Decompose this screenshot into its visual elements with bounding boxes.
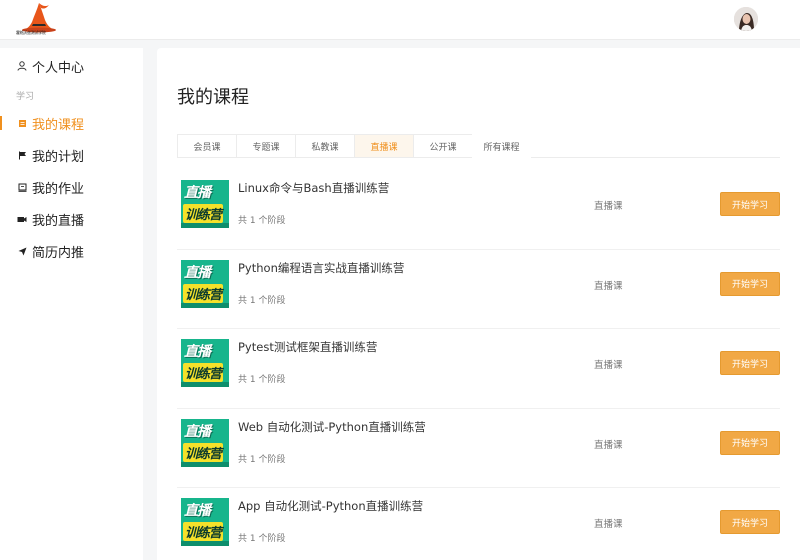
tab-public[interactable]: 公开课 — [413, 134, 472, 158]
thumb-text: 训练营 — [183, 522, 224, 541]
thumb-text: 直播 — [184, 503, 211, 519]
sidebar-item-label: 我的计划 — [32, 149, 85, 165]
course-title[interactable]: App 自动化测试-Python直播训练营 — [238, 498, 423, 514]
thumb-text: 训练营 — [183, 442, 224, 462]
sidebar-item-my-plan[interactable]: 我的计划 — [0, 139, 143, 171]
thumb-bar — [181, 223, 229, 228]
course-row: 直播 训练营 Python编程语言实战直播训练营 共 1 个阶段 直播课 开始学… — [177, 250, 780, 329]
course-title[interactable]: Web 自动化测试-Python直播训练营 — [238, 419, 426, 435]
course-stage-count: 共 1 个阶段 — [238, 534, 286, 544]
top-header: 霍格沃兹测试学院 — [0, 0, 800, 40]
thumb-bar — [181, 302, 229, 308]
live-icon — [16, 213, 28, 225]
course-title[interactable]: Pytest测试框架直播训练营 — [238, 339, 377, 355]
course-type: 直播课 — [594, 201, 623, 212]
course-list: 直播 训练营 Linux命令与Bash直播训练营 共 1 个阶段 直播课 开始学… — [177, 170, 780, 560]
start-learning-button[interactable]: 开始学习 — [720, 351, 780, 375]
thumb-text: 训练营 — [183, 363, 224, 382]
tab-topic[interactable]: 专题课 — [236, 134, 295, 158]
main-panel: 我的课程 会员课 专题课 私教课 直播课 公开课 所有课程 直播 训练营 Lin… — [157, 48, 800, 560]
tab-member[interactable]: 会员课 — [177, 134, 236, 158]
thumb-text: 直播 — [184, 185, 211, 201]
course-row: 直播 训练营 App 自动化测试-Python直播训练营 共 1 个阶段 直播课… — [177, 488, 780, 560]
course-row: 直播 训练营 Linux命令与Bash直播训练营 共 1 个阶段 直播课 开始学… — [177, 170, 780, 250]
course-thumbnail[interactable]: 直播 训练营 — [181, 418, 229, 467]
course-type: 直播课 — [594, 360, 623, 371]
course-type: 直播课 — [594, 519, 623, 530]
thumb-text: 直播 — [184, 344, 211, 360]
start-learning-button[interactable]: 开始学习 — [720, 430, 780, 455]
course-thumbnail[interactable]: 直播 训练营 — [181, 180, 229, 228]
homework-icon — [16, 181, 28, 193]
sidebar-item-label: 我的直播 — [32, 213, 85, 229]
sidebar-item-label: 简历内推 — [32, 245, 85, 261]
thumb-bar — [181, 461, 229, 467]
course-thumbnail[interactable]: 直播 训练营 — [181, 498, 229, 546]
thumb-text: 直播 — [184, 264, 211, 281]
course-thumbnail[interactable]: 直播 训练营 — [181, 339, 229, 387]
thumb-bar — [181, 541, 229, 546]
thumb-text: 训练营 — [183, 283, 224, 303]
course-type: 直播课 — [594, 280, 623, 292]
sidebar-item-my-courses[interactable]: 我的课程 — [0, 107, 143, 139]
course-title[interactable]: Linux命令与Bash直播训练营 — [238, 180, 389, 196]
sidebar: 个人中心 学习 我的课程 我的计划 我的作业 我的直播 简历内推 — [0, 48, 143, 560]
thumb-text: 训练营 — [183, 204, 224, 223]
sidebar-item-label: 个人中心 — [32, 60, 85, 76]
start-learning-button[interactable]: 开始学习 — [720, 271, 780, 296]
send-icon — [16, 245, 28, 257]
thumb-bar — [181, 382, 229, 387]
course-type: 直播课 — [594, 439, 623, 451]
course-thumbnail[interactable]: 直播 训练营 — [181, 259, 229, 308]
course-stage-count: 共 1 个阶段 — [238, 295, 286, 306]
course-title[interactable]: Python编程语言实战直播训练营 — [238, 260, 404, 276]
thumb-text: 直播 — [184, 423, 211, 440]
sidebar-item-label: 我的作业 — [32, 181, 85, 197]
flag-icon — [16, 149, 28, 161]
user-icon — [16, 60, 28, 72]
course-stage-count: 共 1 个阶段 — [238, 375, 286, 385]
tab-private[interactable]: 私教课 — [295, 134, 354, 158]
course-stage-count: 共 1 个阶段 — [238, 454, 286, 465]
tab-all-courses[interactable]: 所有课程 — [472, 134, 531, 158]
course-row: 直播 训练营 Web 自动化测试-Python直播训练营 共 1 个阶段 直播课… — [177, 409, 780, 488]
sidebar-item-profile[interactable]: 个人中心 — [0, 50, 143, 82]
logo-text: 霍格沃兹测试学院 — [16, 30, 46, 35]
user-avatar[interactable] — [734, 7, 758, 31]
start-learning-button[interactable]: 开始学习 — [720, 192, 780, 216]
course-row: 直播 训练营 Pytest测试框架直播训练营 共 1 个阶段 直播课 开始学习 — [177, 329, 780, 409]
book-icon — [16, 117, 28, 129]
course-tabs: 会员课 专题课 私教课 直播课 公开课 所有课程 — [177, 134, 780, 158]
page-title: 我的课程 — [177, 87, 249, 108]
sidebar-item-my-homework[interactable]: 我的作业 — [0, 171, 143, 203]
sidebar-item-resume-referral[interactable]: 简历内推 — [0, 235, 143, 267]
sidebar-item-my-live[interactable]: 我的直播 — [0, 203, 143, 235]
sidebar-item-label: 我的课程 — [32, 117, 85, 133]
sidebar-group-label: 学习 — [16, 92, 35, 102]
tab-live[interactable]: 直播课 — [354, 134, 413, 158]
start-learning-button[interactable]: 开始学习 — [720, 510, 780, 534]
course-stage-count: 共 1 个阶段 — [238, 216, 286, 226]
